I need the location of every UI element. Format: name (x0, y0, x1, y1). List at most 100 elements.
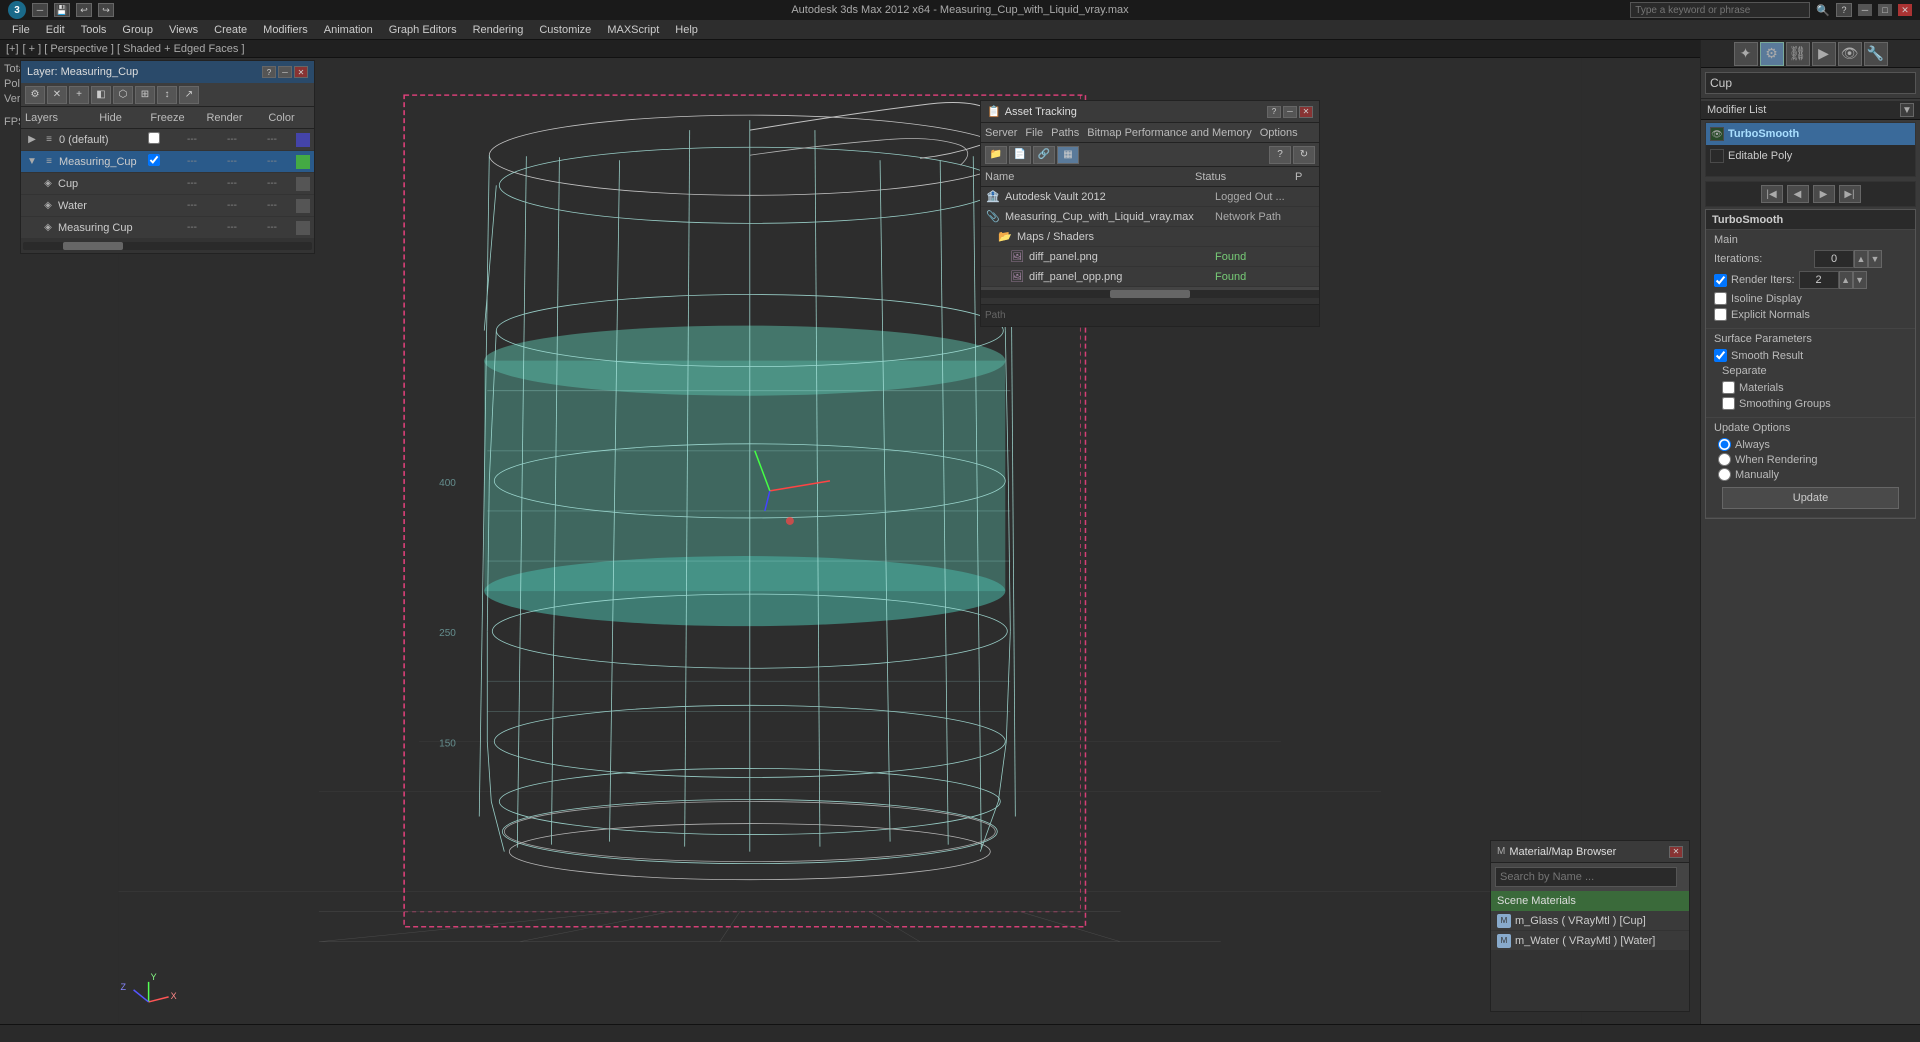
material-panel-title[interactable]: M Material/Map Browser ✕ (1491, 841, 1689, 863)
layer-panel-title[interactable]: Layer: Measuring_Cup ? ─ ✕ (21, 61, 314, 83)
window-help-btn[interactable]: ? (1836, 3, 1852, 17)
asset-menu-file[interactable]: File (1025, 127, 1043, 139)
hierarchy-tab-icon[interactable]: ⛓ (1786, 42, 1810, 66)
mod-nav-last[interactable]: ▶| (1839, 185, 1861, 203)
layer-color-0default[interactable] (296, 133, 310, 147)
search-icon[interactable]: 🔍 (1816, 4, 1830, 17)
menu-item-rendering[interactable]: Rendering (465, 22, 532, 38)
turbosm-smoothinggroups-checkbox[interactable] (1722, 397, 1735, 410)
layer-checkbox-0default[interactable] (148, 132, 164, 148)
turbosm-smoothresult-checkbox[interactable] (1714, 349, 1727, 362)
material-row[interactable]: M m_Glass ( VRayMtl ) [Cup] (1491, 911, 1689, 931)
viewport-plus-btn[interactable]: [+] (6, 43, 19, 55)
layer-panel-close-btn[interactable]: ✕ (294, 66, 308, 78)
layer-row[interactable]: ▼ ≡ Measuring_Cup --- --- --- (21, 151, 314, 173)
asset-tool-refresh[interactable]: ↻ (1293, 146, 1315, 164)
asset-tool-3[interactable]: 🔗 (1033, 146, 1055, 164)
asset-panel-title[interactable]: 📋 Asset Tracking ? ─ ✕ (981, 101, 1319, 123)
menu-item-animation[interactable]: Animation (316, 22, 381, 38)
asset-tool-4[interactable]: ▦ (1057, 146, 1079, 164)
layer-settings-icon[interactable]: ⚙ (25, 86, 45, 104)
mod-nav-next[interactable]: ▶ (1813, 185, 1835, 203)
layer-tool6[interactable]: ↕ (157, 86, 177, 104)
menu-item-group[interactable]: Group (114, 22, 161, 38)
turbosm-manually-radio[interactable] (1718, 468, 1731, 481)
turbosm-iter-down[interactable]: ▼ (1868, 250, 1882, 268)
menu-item-maxscript[interactable]: MAXScript (599, 22, 667, 38)
menu-item-graph-editors[interactable]: Graph Editors (381, 22, 465, 38)
menu-item-edit[interactable]: Edit (38, 22, 73, 38)
layer-scrollbar[interactable] (21, 239, 314, 253)
modifier-eye-turbosm[interactable]: 👁 (1710, 127, 1724, 141)
turbosm-explicit-checkbox[interactable] (1714, 308, 1727, 321)
asset-panel-scrollbar[interactable] (981, 290, 1319, 304)
layer-add-icon[interactable]: + (69, 86, 89, 104)
layer-panel-minimize-btn[interactable]: ─ (278, 66, 292, 78)
modifier-eye-edpoly[interactable] (1710, 149, 1724, 163)
menu-item-file[interactable]: File (4, 22, 38, 38)
titlebar-redo-btn[interactable]: ↪ (98, 3, 114, 17)
turbosm-renderiter-down[interactable]: ▼ (1853, 271, 1867, 289)
layer-scroll-thumb[interactable] (63, 242, 123, 250)
menu-item-help[interactable]: Help (667, 22, 706, 38)
display-tab-icon[interactable]: 👁 (1838, 42, 1862, 66)
window-minimize-btn[interactable]: ─ (1858, 4, 1872, 16)
viewport[interactable]: [+] [ + ] [ Perspective ] [ Shaded + Edg… (0, 40, 1700, 1042)
asset-row[interactable]: 🖼 diff_panel_opp.png Found (981, 267, 1319, 287)
layer-row[interactable]: ◈ Water --- --- --- (21, 195, 314, 217)
layer-checkbox-measuring-cup[interactable] (148, 154, 164, 170)
app-logo[interactable]: 3 (8, 1, 26, 19)
motion-tab-icon[interactable]: ▶ (1812, 42, 1836, 66)
turbosm-renderiter-up[interactable]: ▲ (1839, 271, 1853, 289)
asset-menu-paths[interactable]: Paths (1051, 127, 1079, 139)
asset-row[interactable]: 📎 Measuring_Cup_with_Liquid_vray.max Net… (981, 207, 1319, 227)
turbosm-isoline-checkbox[interactable] (1714, 292, 1727, 305)
layer-tool3[interactable]: ◧ (91, 86, 111, 104)
layer-color-water[interactable] (296, 199, 310, 213)
turbosm-iterations-input[interactable] (1814, 250, 1854, 268)
window-close-btn[interactable]: ✕ (1898, 4, 1912, 16)
turbosm-iter-up[interactable]: ▲ (1854, 250, 1868, 268)
menu-item-create[interactable]: Create (206, 22, 255, 38)
layer-tool7[interactable]: ↗ (179, 86, 199, 104)
modifier-edpoly-item[interactable]: Editable Poly (1706, 145, 1915, 167)
window-maximize-btn[interactable]: □ (1878, 4, 1892, 16)
titlebar-search-input[interactable] (1630, 2, 1810, 18)
turbosm-renderiter-input[interactable] (1799, 271, 1839, 289)
mod-nav-first[interactable]: |◀ (1761, 185, 1783, 203)
layer-close-icon[interactable]: ✕ (47, 86, 67, 104)
modifier-turbosm-item[interactable]: 👁 TurboSmooth (1706, 123, 1915, 145)
menu-item-tools[interactable]: Tools (73, 22, 115, 38)
mat-panel-close-btn[interactable]: ✕ (1669, 846, 1683, 858)
asset-menu-bitmap[interactable]: Bitmap Performance and Memory (1087, 127, 1251, 139)
asset-menu-options[interactable]: Options (1260, 127, 1298, 139)
asset-row[interactable]: 🖼 diff_panel.png Found (981, 247, 1319, 267)
layer-row[interactable]: ◈ Measuring Cup --- --- --- (21, 217, 314, 239)
turbosm-always-radio[interactable] (1718, 438, 1731, 451)
asset-row[interactable]: 📂 Maps / Shaders (981, 227, 1319, 247)
asset-tool-help[interactable]: ? (1269, 146, 1291, 164)
mod-nav-prev[interactable]: ◀ (1787, 185, 1809, 203)
asset-panel-close-btn[interactable]: ✕ (1299, 106, 1313, 118)
turbosm-update-button[interactable]: Update (1722, 487, 1899, 509)
titlebar-save-btn[interactable]: 💾 (54, 3, 70, 17)
create-tab-icon[interactable]: ✦ (1734, 42, 1758, 66)
titlebar-undo-btn[interactable]: ↩ (76, 3, 92, 17)
layer-panel-help-btn[interactable]: ? (262, 66, 276, 78)
asset-tool-1[interactable]: 📁 (985, 146, 1007, 164)
layer-color-measuring-cup2[interactable] (296, 221, 310, 235)
turbosm-materials-checkbox[interactable] (1722, 381, 1735, 394)
layer-row[interactable]: ▶ ≡ 0 (default) --- --- --- (21, 129, 314, 151)
material-search-input[interactable] (1495, 867, 1677, 887)
menu-item-views[interactable]: Views (161, 22, 206, 38)
modify-tab-icon[interactable]: ⚙ (1760, 42, 1784, 66)
layer-color-measuring-cup[interactable] (296, 155, 310, 169)
utilities-tab-icon[interactable]: 🔧 (1864, 42, 1888, 66)
layer-tool4[interactable]: ⬡ (113, 86, 133, 104)
menu-item-modifiers[interactable]: Modifiers (255, 22, 316, 38)
asset-panel-minimize-btn[interactable]: ─ (1283, 106, 1297, 118)
asset-tool-2[interactable]: 📄 (1009, 146, 1031, 164)
turbosm-whenrendering-radio[interactable] (1718, 453, 1731, 466)
turbosm-renderiter-checkbox[interactable] (1714, 274, 1727, 287)
modifier-list-dropdown[interactable]: ▼ (1900, 103, 1914, 117)
